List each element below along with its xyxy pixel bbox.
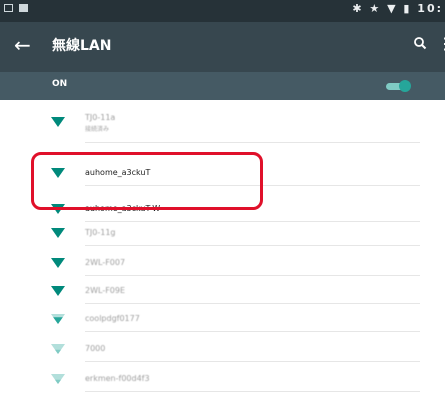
wifi-signal-icon — [51, 228, 65, 238]
network-ssid: 2WL-F007 — [85, 258, 126, 267]
row-divider — [85, 142, 420, 143]
wifi-switch[interactable] — [386, 80, 412, 92]
network-item[interactable]: erkmen-f00d4f3 — [0, 366, 420, 394]
page-title: 無線LAN — [52, 38, 112, 54]
network-ssid: TJ0-11a — [85, 113, 116, 122]
network-item[interactable]: 7000 — [0, 336, 420, 364]
network-item[interactable]: 2WL-F09E — [0, 278, 420, 306]
image-icon — [19, 4, 28, 12]
more-vertical-icon[interactable]: ⋮ — [437, 36, 445, 52]
network-ssid: 7000 — [85, 344, 106, 353]
wifi-master-toggle-bar[interactable]: ON — [0, 72, 445, 100]
status-bar: ✱ ★ ▼ ▮ 10: — [0, 0, 445, 22]
back-arrow-icon[interactable]: ← — [14, 33, 31, 57]
network-item[interactable]: 2WL-F007 — [0, 250, 420, 278]
row-divider — [85, 275, 420, 276]
row-divider — [85, 303, 420, 304]
app-bar: ← 無線LAN ⋮ — [0, 22, 445, 72]
network-item[interactable]: TJ0-11g — [0, 220, 420, 248]
network-status: 接続済み — [85, 126, 110, 133]
highlight-box — [31, 152, 263, 210]
wifi-signal-icon — [51, 314, 65, 324]
notification-icons — [4, 4, 28, 12]
notification-icon — [4, 4, 13, 12]
network-ssid: erkmen-f00d4f3 — [85, 374, 150, 383]
search-icon[interactable] — [413, 34, 427, 54]
network-item[interactable]: TJ0-11a 接続済み — [0, 112, 420, 143]
network-ssid: coolpdgf0177 — [85, 314, 140, 323]
row-divider — [85, 331, 420, 332]
wifi-signal-icon — [51, 117, 65, 127]
wifi-signal-icon — [51, 286, 65, 296]
row-divider — [85, 391, 420, 392]
wifi-signal-icon — [51, 258, 65, 268]
network-item[interactable]: coolpdgf0177 — [0, 306, 420, 334]
wifi-state-label: ON — [52, 79, 68, 89]
wifi-signal-icon — [51, 374, 65, 384]
row-divider — [85, 245, 420, 246]
status-icons: ✱ ★ ▼ ▮ 10: — [352, 2, 443, 15]
wifi-signal-icon — [51, 344, 65, 354]
network-ssid: TJ0-11g — [85, 228, 116, 237]
network-ssid: 2WL-F09E — [85, 286, 126, 295]
switch-thumb — [399, 80, 411, 92]
row-divider — [85, 361, 420, 362]
